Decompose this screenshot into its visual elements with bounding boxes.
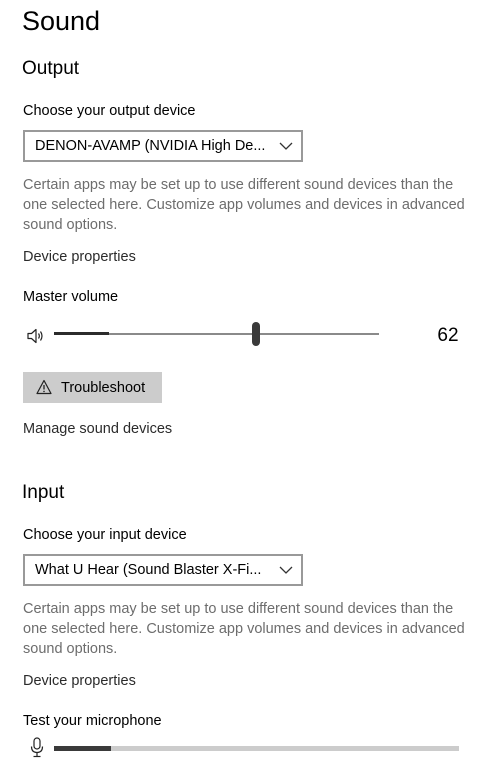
microphone-icon (30, 737, 44, 758)
microphone-level-meter (54, 746, 459, 751)
test-microphone-label: Test your microphone (23, 713, 162, 729)
troubleshoot-button[interactable]: Troubleshoot (23, 372, 162, 403)
input-device-dropdown[interactable]: What U Hear (Sound Blaster X-Fi... (23, 554, 303, 586)
output-device-properties-link[interactable]: Device properties (23, 247, 136, 267)
volume-meter-fill (54, 332, 110, 335)
manage-sound-devices-link[interactable]: Manage sound devices (23, 419, 172, 439)
page-title: Sound (22, 6, 101, 36)
chevron-down-icon (279, 142, 293, 150)
output-section-title: Output (22, 58, 80, 79)
input-help-text: Certain apps may be set up to use differ… (23, 601, 465, 657)
chevron-down-icon (279, 566, 293, 574)
input-device-properties-link[interactable]: Device properties (23, 671, 136, 691)
output-device-value: DENON-AVAMP (NVIDIA High De... (35, 138, 266, 154)
master-volume-thumb[interactable] (251, 322, 260, 346)
master-volume-slider[interactable] (54, 332, 379, 335)
master-volume-value: 62 (437, 325, 459, 346)
master-volume-label: Master volume (23, 289, 119, 305)
output-device-label: Choose your output device (23, 103, 196, 119)
speaker-icon[interactable] (26, 327, 44, 345)
warning-icon (36, 379, 52, 395)
input-device-value: What U Hear (Sound Blaster X-Fi... (35, 562, 262, 578)
input-device-label: Choose your input device (23, 527, 187, 543)
output-device-dropdown[interactable]: DENON-AVAMP (NVIDIA High De... (23, 130, 303, 162)
microphone-level-fill (54, 746, 111, 751)
troubleshoot-label: Troubleshoot (61, 380, 146, 396)
input-section-title: Input (22, 482, 65, 503)
output-help-text: Certain apps may be set up to use differ… (23, 177, 465, 233)
